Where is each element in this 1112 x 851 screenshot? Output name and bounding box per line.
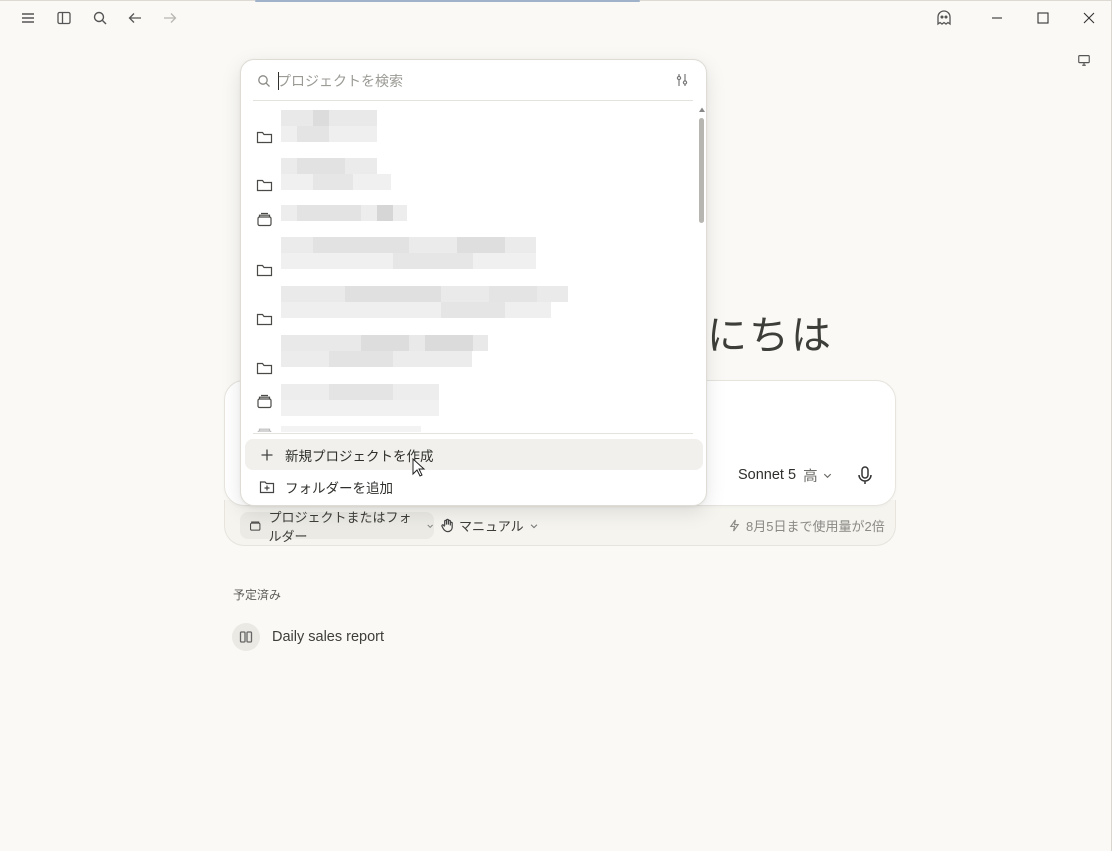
scheduled-item[interactable]: Daily sales report bbox=[232, 622, 384, 652]
usage-note-text: 8月5日まで使用量が2倍 bbox=[746, 519, 885, 534]
filter-sliders-icon[interactable] bbox=[674, 72, 690, 88]
effort-level: 高 bbox=[803, 468, 818, 485]
project-stack-icon bbox=[250, 521, 261, 531]
schedule-badge bbox=[232, 623, 260, 651]
scroll-up-arrow-icon[interactable] bbox=[698, 106, 706, 114]
sidebar-toggle-button[interactable] bbox=[50, 4, 78, 32]
project-search-input[interactable] bbox=[277, 70, 657, 92]
add-folder-label: フォルダーを追加 bbox=[285, 480, 393, 496]
chevron-down-icon bbox=[427, 524, 433, 528]
mode-selector[interactable]: マニュアル bbox=[440, 512, 539, 539]
project-dropdown: 新規プロジェクトを作成 フォルダーを追加 bbox=[240, 59, 707, 506]
text-caret bbox=[278, 72, 279, 90]
ghost-icon bbox=[937, 10, 951, 26]
desktop-icon bbox=[1078, 55, 1090, 66]
mode-chip-label: マニュアル bbox=[459, 519, 524, 534]
search-icon bbox=[93, 11, 107, 25]
project-search-bar bbox=[241, 60, 706, 102]
plus-icon bbox=[261, 449, 273, 460]
back-arrow-icon bbox=[128, 13, 141, 23]
project-stack-icon bbox=[257, 212, 272, 227]
lightning-icon bbox=[729, 519, 740, 532]
folder-icon bbox=[256, 131, 273, 144]
menu-icon bbox=[22, 13, 34, 23]
mouse-cursor-icon bbox=[412, 458, 426, 477]
model-name: Sonnet 5 bbox=[738, 467, 797, 483]
usage-boost-note: 8月5日まで使用量が2倍 bbox=[728, 512, 885, 539]
forward-button[interactable] bbox=[156, 4, 184, 32]
scheduled-heading: 予定済み bbox=[233, 588, 282, 602]
search-button[interactable] bbox=[86, 4, 114, 32]
sidebar-toggle-icon bbox=[57, 11, 71, 25]
project-stack-icon bbox=[257, 428, 272, 432]
add-folder-button[interactable]: フォルダーを追加 bbox=[245, 471, 703, 502]
folder-icon bbox=[256, 264, 273, 277]
project-chip-label: プロジェクトまたはフォルダー bbox=[268, 509, 412, 544]
back-button[interactable] bbox=[121, 4, 149, 32]
greeting-text: にちは bbox=[707, 313, 833, 359]
forward-arrow-icon bbox=[164, 13, 177, 23]
maximize-button[interactable] bbox=[1023, 4, 1063, 32]
microphone-icon bbox=[858, 466, 872, 484]
voice-input-button[interactable] bbox=[855, 464, 875, 486]
search-divider bbox=[253, 100, 693, 101]
incognito-button[interactable] bbox=[930, 4, 958, 32]
folder-icon bbox=[256, 179, 273, 192]
schedule-icon bbox=[239, 631, 253, 643]
close-button[interactable] bbox=[1069, 4, 1109, 32]
menu-button[interactable] bbox=[14, 4, 42, 32]
search-icon bbox=[258, 75, 270, 87]
model-selector[interactable]: Sonnet 5 高 bbox=[738, 465, 833, 485]
create-project-button[interactable]: 新規プロジェクトを作成 bbox=[245, 439, 703, 470]
project-list bbox=[241, 104, 696, 432]
maximize-icon bbox=[1037, 12, 1049, 24]
folder-icon bbox=[256, 362, 273, 375]
minimize-icon bbox=[992, 17, 1002, 19]
window-drag-highlight bbox=[255, 0, 640, 2]
scheduled-item-label: Daily sales report bbox=[272, 629, 385, 645]
folder-plus-icon bbox=[259, 480, 275, 493]
chevron-down-icon bbox=[823, 473, 831, 478]
close-icon bbox=[1083, 12, 1095, 24]
chevron-down-icon bbox=[530, 523, 537, 528]
actions-divider bbox=[253, 433, 693, 434]
project-folder-selector[interactable]: プロジェクトまたはフォルダー bbox=[240, 510, 434, 544]
minimize-button[interactable] bbox=[977, 4, 1017, 32]
desktop-view-button[interactable] bbox=[1070, 46, 1098, 74]
hand-icon bbox=[441, 518, 453, 533]
scrollbar-thumb[interactable] bbox=[699, 118, 704, 223]
project-stack-icon bbox=[257, 394, 272, 409]
folder-icon bbox=[256, 313, 273, 326]
